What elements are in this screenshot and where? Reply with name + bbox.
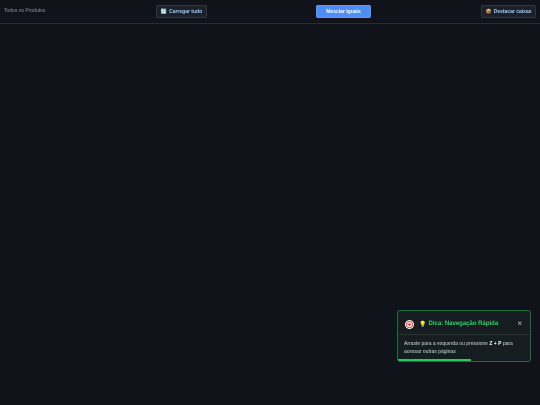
toast-message-prefix: Arraste para a esquerda ou pressione (404, 341, 490, 347)
toast-divider (398, 334, 530, 335)
bulb-icon: 💡 (419, 321, 427, 328)
load-all-button[interactable]: 🔄 Carregar tudo (156, 5, 207, 18)
merge-equal-label: Mesclar Iguais (326, 8, 361, 15)
highlight-boxes-label: Destacar caixas (493, 8, 532, 15)
refresh-icon: 🔄 (160, 8, 168, 15)
highlight-boxes-button[interactable]: 📦 Destacar caixas (481, 5, 536, 18)
toast-progress-bar (398, 359, 471, 361)
target-icon (405, 319, 414, 329)
merge-equal-button[interactable]: Mesclar Iguais (316, 5, 371, 18)
toast-shortcut-keys: Z + P (489, 341, 502, 347)
toast-header: 💡 Dica: Navegação Rápida × (404, 319, 524, 329)
toast-title: Dica: Navegação Rápida (428, 321, 499, 327)
close-icon[interactable]: × (517, 319, 522, 329)
tip-toast: 💡 Dica: Navegação Rápida × Arraste para … (397, 310, 531, 362)
top-toolbar: Todos os Produtos 🔄 Carregar tudo Mescla… (0, 0, 540, 24)
toast-message: Arraste para a esquerda ou pressione Z +… (404, 340, 529, 356)
load-all-label: Carregar tudo (169, 8, 203, 15)
toast-progress-track (398, 359, 530, 361)
package-icon: 📦 (485, 8, 492, 15)
page-title: Todos os Produtos (4, 8, 46, 14)
